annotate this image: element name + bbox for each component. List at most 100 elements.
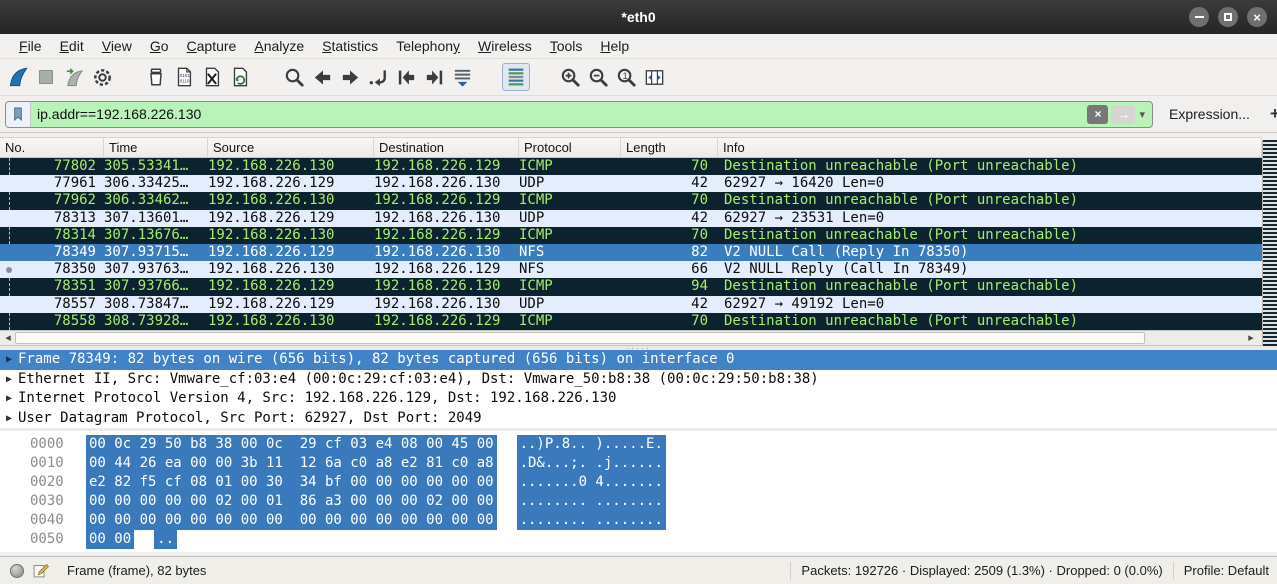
hex-bytes[interactable]: 00 00 00 00 00 00 00 00 00 00 00 00 00 0… [86,511,497,530]
add-filter-button[interactable]: + [1266,104,1277,124]
go-forward-button[interactable] [336,63,364,91]
save-file-button[interactable]: 01010110 [170,63,198,91]
hex-ascii[interactable]: ........ ........ [517,511,666,530]
hex-bytes[interactable]: 00 44 26 ea 00 00 3b 11 12 6a c0 a8 e2 8… [86,454,497,473]
menu-help[interactable]: Help [591,36,638,56]
detail-line-2[interactable]: ▶Internet Protocol Version 4, Src: 192.1… [0,389,1277,409]
column-header-protocol[interactable]: Protocol [519,138,621,157]
stop-capture-button[interactable] [32,63,60,91]
hex-row-0020[interactable]: 0020e2 82 f5 cf 08 01 00 30 34 bf 00 00 … [0,473,1277,492]
hex-ascii[interactable]: .D&...;. .j...... [517,454,666,473]
hex-row-0050[interactable]: 005000 00.. [0,530,1277,549]
zoom-original-button[interactable]: 1 [612,63,640,91]
expander-triangle-icon[interactable]: ▶ [0,370,18,390]
expander-triangle-icon[interactable]: ▶ [0,389,18,409]
zoom-in-button[interactable] [556,63,584,91]
go-back-button[interactable] [308,63,336,91]
packet-row-78351[interactable]: 78351307.93766…192.168.226.129192.168.22… [0,278,1262,295]
hex-ascii[interactable]: .......0 4....... [517,473,666,492]
hex-ascii[interactable]: ........ ........ [517,492,666,511]
display-filter-input[interactable]: ip.addr==192.168.226.130 × → ▾ [5,101,1153,128]
reload-file-button[interactable] [226,63,254,91]
cell-len: 70 [621,158,718,175]
cell-info: Destination unreachable (Port unreachabl… [718,278,1262,295]
packet-row-78557[interactable]: 78557308.73847…192.168.226.129192.168.22… [0,296,1262,313]
packet-row-78558[interactable]: 78558308.73928…192.168.226.130192.168.22… [0,313,1262,330]
menu-view[interactable]: View [93,36,141,56]
cell-src: 192.168.226.130 [208,192,374,209]
packet-row-77962[interactable]: 77962306.33462…192.168.226.130192.168.22… [0,192,1262,209]
find-packet-button[interactable] [280,63,308,91]
hex-ascii[interactable]: ..)P.8.. ).....E. [517,435,666,454]
go-to-packet-button[interactable] [364,63,392,91]
apply-filter-button[interactable]: → [1111,105,1135,124]
hex-bytes[interactable]: e2 82 f5 cf 08 01 00 30 34 bf 00 00 00 0… [86,473,497,492]
minimize-button[interactable] [1189,7,1209,27]
hex-bytes[interactable]: 00 00 [86,530,134,549]
detail-line-0[interactable]: ▶Frame 78349: 82 bytes on wire (656 bits… [0,350,1277,370]
close-button[interactable]: × [1247,7,1267,27]
hex-row-0040[interactable]: 004000 00 00 00 00 00 00 00 00 00 00 00 … [0,511,1277,530]
hex-row-0030[interactable]: 003000 00 00 00 00 02 00 01 86 a3 00 00 … [0,492,1277,511]
column-header-source[interactable]: Source [208,138,374,157]
expression-button[interactable]: Expression... [1169,106,1250,122]
menu-tools[interactable]: Tools [541,36,592,56]
cell-time: 308.73847… [104,296,208,313]
packet-row-78350[interactable]: 78350307.93763…192.168.226.130192.168.22… [0,261,1262,278]
hex-bytes[interactable]: 00 0c 29 50 b8 38 00 0c 29 cf 03 e4 08 0… [86,435,497,454]
start-capture-button[interactable] [4,63,32,91]
go-last-button[interactable] [420,63,448,91]
packet-row-78314[interactable]: 78314307.13676…192.168.226.130192.168.22… [0,227,1262,244]
packet-row-78349[interactable]: 78349307.93715…192.168.226.129192.168.22… [0,244,1262,261]
menu-edit[interactable]: Edit [51,36,93,56]
restart-capture-button[interactable] [60,63,88,91]
hex-bytes[interactable]: 00 00 00 00 00 02 00 01 86 a3 00 00 00 0… [86,492,497,511]
menu-file[interactable]: File [10,36,51,56]
open-file-button[interactable] [142,63,170,91]
clear-filter-button[interactable]: × [1087,105,1108,124]
scroll-left-arrow[interactable]: ◂ [1,331,15,345]
column-header-no[interactable]: No. [0,138,104,157]
cell-info: V2 NULL Call (Reply In 78350) [718,244,1262,261]
detail-line-1[interactable]: ▶Ethernet II, Src: Vmware_cf:03:e4 (00:0… [0,370,1277,390]
cell-time: 307.13676… [104,227,208,244]
cell-time: 305.53341… [104,158,208,175]
menu-go[interactable]: Go [141,36,178,56]
expander-triangle-icon[interactable]: ▶ [0,409,18,429]
hex-row-0000[interactable]: 000000 0c 29 50 b8 38 00 0c 29 cf 03 e4 … [0,435,1277,454]
capture-options-button[interactable] [88,63,116,91]
hex-ascii[interactable]: .. [154,530,177,549]
cell-len: 42 [621,210,718,227]
hscroll-thumb[interactable] [15,332,1145,344]
menu-capture[interactable]: Capture [178,36,246,56]
colorize-button[interactable] [502,63,530,91]
zoom-out-button[interactable] [584,63,612,91]
menu-wireless[interactable]: Wireless [469,36,541,56]
packet-list-minimap-scrollbar[interactable] [1262,140,1277,346]
hex-row-0010[interactable]: 001000 44 26 ea 00 00 3b 11 12 6a c0 a8 … [0,454,1277,473]
cell-src: 192.168.226.129 [208,175,374,192]
detail-line-3[interactable]: ▶User Datagram Protocol, Src Port: 62927… [0,409,1277,429]
packet-row-77961[interactable]: 77961306.33425…192.168.226.129192.168.22… [0,175,1262,192]
auto-scroll-button[interactable] [448,63,476,91]
close-file-button[interactable] [198,63,226,91]
filter-history-caret[interactable]: ▾ [1139,108,1145,121]
scroll-right-arrow[interactable]: ▸ [1244,331,1258,345]
status-profile-text[interactable]: Profile: Default [1184,563,1269,578]
capture-comment-button[interactable] [32,562,49,579]
expert-info-button[interactable] [10,564,24,578]
menu-analyze[interactable]: Analyze [245,36,313,56]
maximize-button[interactable] [1218,7,1238,27]
bookmark-icon[interactable] [6,102,31,127]
resize-columns-button[interactable] [640,63,668,91]
packet-row-78313[interactable]: 78313307.13601…192.168.226.129192.168.22… [0,210,1262,227]
column-header-length[interactable]: Length [621,138,718,157]
menu-statistics[interactable]: Statistics [313,36,387,56]
go-first-button[interactable] [392,63,420,91]
expander-triangle-icon[interactable]: ▶ [0,350,18,370]
packet-row-77802[interactable]: 77802305.53341…192.168.226.130192.168.22… [0,158,1262,175]
column-header-destination[interactable]: Destination [374,138,519,157]
column-header-time[interactable]: Time [104,138,208,157]
column-header-info[interactable]: Info [718,138,1262,157]
menu-telephony[interactable]: Telephony [387,36,469,56]
